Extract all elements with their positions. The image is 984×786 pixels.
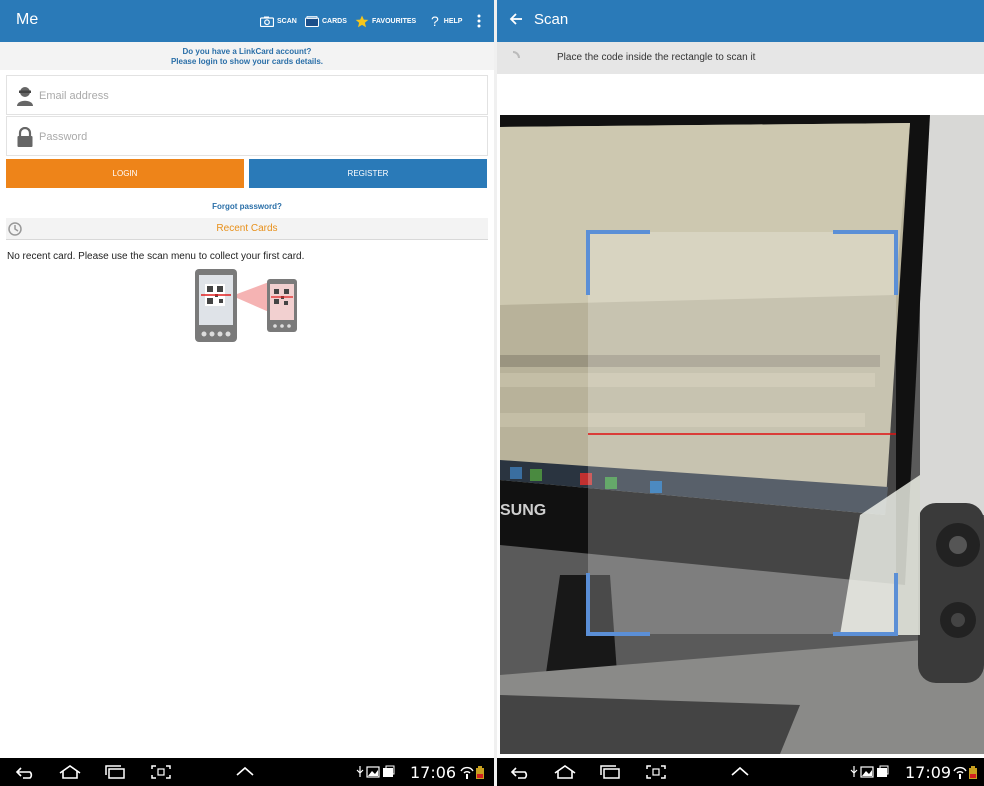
favourites-action[interactable]: FAVOURITES <box>355 12 416 30</box>
forgot-password-link[interactable]: Forgot password? <box>0 202 494 211</box>
register-button[interactable]: REGISTER <box>249 159 487 188</box>
system-nav-bar: 17:06 <box>0 758 494 786</box>
scan-title: Scan <box>534 11 569 28</box>
recent-cards-header: Recent Cards <box>6 218 488 240</box>
system-clock: 17:06 <box>410 763 457 782</box>
scan-action-label: SCAN <box>277 17 297 25</box>
favourites-action-label: FAVOURITES <box>372 17 417 25</box>
page-title: Me <box>16 11 39 28</box>
recent-apps-icon[interactable] <box>599 765 621 779</box>
cards-action[interactable]: CARDS <box>305 12 347 30</box>
scan-area <box>588 232 896 634</box>
notice-line-2: Please login to show your cards details. <box>170 57 324 66</box>
help-action-label: HELP <box>443 17 463 25</box>
camera-preview[interactable]: SUNG <box>500 115 984 754</box>
screenshot-root: Me SCAN CARDS FAVOURITES ? HELP Do you h… <box>0 0 984 786</box>
lock-icon <box>17 127 33 147</box>
chevron-up-icon[interactable] <box>235 765 255 777</box>
scan-hint-bar: Place the code inside the rectangle to s… <box>497 42 984 74</box>
question-icon: ? <box>431 13 439 29</box>
signal-battery-icon <box>460 766 484 779</box>
app-bar: Me SCAN CARDS FAVOURITES ? HELP <box>0 0 494 42</box>
spinner-icon <box>512 51 520 59</box>
scan-screen: Scan Place the code inside the rectangle… <box>497 0 984 786</box>
screenshot-icon[interactable] <box>150 765 172 779</box>
scan-app-bar: Scan <box>497 0 984 42</box>
chevron-up-icon[interactable] <box>730 765 750 777</box>
more-vert-icon <box>477 14 481 28</box>
password-field <box>6 116 488 156</box>
system-clock: 17:09 <box>905 763 952 782</box>
overflow-menu-button[interactable] <box>477 12 481 30</box>
user-icon <box>17 87 33 106</box>
status-icons <box>850 765 889 778</box>
recent-apps-icon[interactable] <box>104 765 126 779</box>
email-input[interactable] <box>39 85 459 107</box>
home-icon[interactable] <box>58 765 82 779</box>
system-nav-bar-right: 17:09 <box>497 758 984 786</box>
screen-divider <box>494 0 497 786</box>
arrow-back-icon[interactable] <box>509 12 523 26</box>
help-action[interactable]: ? HELP <box>431 12 462 30</box>
scan-action[interactable]: SCAN <box>260 12 297 30</box>
cards-icon <box>305 15 319 27</box>
back-icon[interactable] <box>14 765 36 779</box>
signal-battery-icon <box>953 766 977 779</box>
email-field <box>6 75 488 115</box>
cards-action-label: CARDS <box>322 17 347 25</box>
me-screen: Me SCAN CARDS FAVOURITES ? HELP Do you h… <box>0 0 494 786</box>
monitor-brand-text: SUNG <box>500 502 546 519</box>
home-icon[interactable] <box>553 765 577 779</box>
recent-cards-title: Recent Cards <box>216 223 278 234</box>
login-button[interactable]: LOGIN <box>6 159 244 188</box>
scan-hint-text: Place the code inside the rectangle to s… <box>557 52 756 63</box>
back-icon[interactable] <box>509 765 531 779</box>
notice-line-1: Do you have a LinkCard account? <box>182 47 312 56</box>
star-icon <box>355 15 369 27</box>
camera-icon <box>260 16 274 27</box>
status-icons <box>356 765 395 778</box>
account-notice: Do you have a LinkCard account? Please l… <box>0 42 494 70</box>
password-input[interactable] <box>39 126 459 148</box>
camera-scene: SUNG <box>500 115 984 754</box>
scan-phones-illustration <box>195 269 297 342</box>
no-recent-message: No recent card. Please use the scan menu… <box>7 251 305 262</box>
screenshot-icon[interactable] <box>645 765 667 779</box>
